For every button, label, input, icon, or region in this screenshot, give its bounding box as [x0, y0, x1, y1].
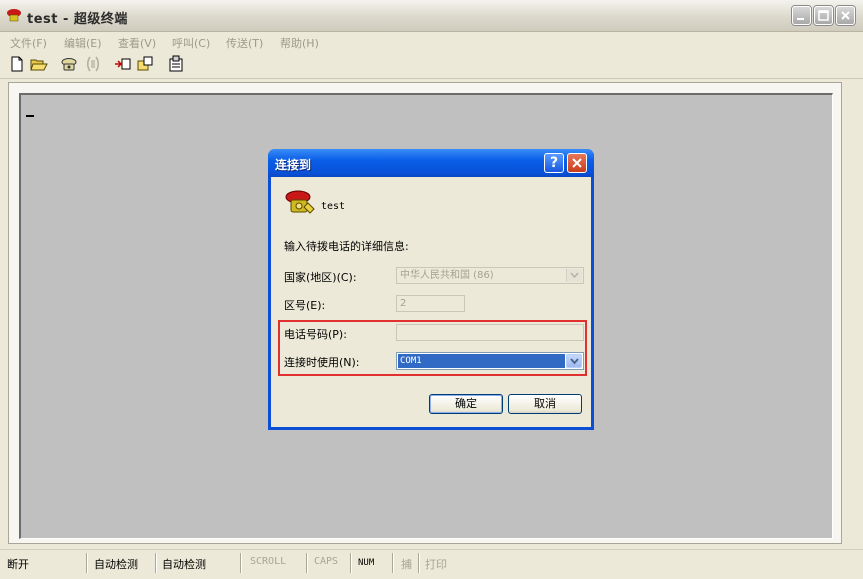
connect-using-label: 连接时使用(N): — [284, 356, 360, 369]
status-capture: 捕 — [401, 558, 412, 571]
status-separator — [418, 553, 419, 573]
window-edge — [850, 82, 863, 544]
menu-view[interactable]: 查看(V) — [118, 35, 156, 51]
dialog-close-button[interactable] — [567, 153, 587, 173]
close-button[interactable] — [836, 6, 855, 25]
close-icon — [841, 11, 850, 20]
status-num: NUM — [358, 558, 375, 568]
country-label: 国家(地区)(C): — [284, 271, 357, 284]
status-separator — [86, 553, 87, 573]
status-caps: CAPS — [314, 556, 339, 567]
properties-icon[interactable] — [168, 55, 186, 73]
connect-using-select[interactable]: COM1 — [396, 352, 584, 370]
hyperterminal-icon — [7, 9, 21, 22]
phone-number-field[interactable] — [396, 324, 584, 341]
area-code-field[interactable]: 2 — [396, 295, 465, 312]
status-separator — [155, 553, 156, 573]
menu-edit[interactable]: 编辑(E) — [64, 35, 102, 51]
menu-file[interactable]: 文件(F) — [10, 35, 47, 51]
status-separator — [392, 553, 393, 573]
status-separator — [350, 553, 351, 573]
status-detect-2: 自动检测 — [162, 558, 206, 571]
status-separator — [240, 553, 241, 573]
phone-icon — [285, 190, 315, 214]
help-icon: ? — [549, 155, 559, 171]
dialog-title-bar[interactable]: 连接到 ? — [268, 149, 594, 177]
menu-bar: 文件(F) 编辑(E) 查看(V) 呼叫(C) 传送(T) 帮助(H) — [0, 32, 863, 52]
country-value: 中华人民共和国 (86) — [400, 270, 494, 281]
maximize-icon — [818, 10, 829, 21]
dialog-title: 连接到 — [275, 158, 312, 172]
connect-using-value: COM1 — [398, 354, 565, 368]
toolbar — [0, 52, 863, 79]
status-print: 打印 — [425, 558, 447, 571]
new-icon[interactable] — [8, 55, 26, 73]
maximize-button[interactable] — [814, 6, 833, 25]
window-title: test - 超级终端 — [27, 12, 128, 27]
text-cursor — [26, 115, 34, 117]
ok-button[interactable]: 确定 — [429, 394, 503, 414]
area-code-value: 2 — [400, 298, 407, 309]
phone-number-label: 电话号码(P): — [284, 328, 347, 341]
window-title-bar[interactable]: test - 超级终端 — [0, 0, 863, 32]
help-button[interactable]: ? — [544, 153, 564, 173]
minimize-icon — [797, 18, 804, 20]
cancel-button[interactable]: 取消 — [508, 394, 582, 414]
connection-name: test — [321, 201, 346, 212]
close-icon — [572, 158, 582, 168]
chevron-down-icon — [570, 272, 579, 279]
disconnect-icon[interactable] — [84, 55, 102, 73]
send-icon[interactable] — [114, 55, 132, 73]
country-dropdown-arrow[interactable] — [566, 269, 582, 282]
receive-icon[interactable] — [136, 55, 154, 73]
menu-transfer[interactable]: 传送(T) — [226, 35, 263, 51]
dial-icon[interactable] — [60, 55, 78, 73]
status-bar: 断开 自动检测 自动检测 SCROLL CAPS NUM 捕 打印 — [0, 549, 863, 579]
minimize-button[interactable] — [792, 6, 811, 25]
connect-using-dropdown-arrow[interactable] — [566, 354, 582, 368]
menu-call[interactable]: 呼叫(C) — [172, 35, 210, 51]
status-detect-1: 自动检测 — [94, 558, 138, 571]
status-separator — [306, 553, 307, 573]
open-icon[interactable] — [30, 55, 48, 73]
country-select[interactable]: 中华人民共和国 (86) — [396, 267, 584, 284]
status-connection: 断开 — [7, 558, 29, 571]
instruction-text: 输入待拨电话的详细信息: — [284, 240, 409, 253]
area-code-label: 区号(E): — [284, 299, 326, 312]
menu-help[interactable]: 帮助(H) — [280, 35, 319, 51]
status-scroll: SCROLL — [250, 556, 287, 567]
connect-to-dialog: 连接到 ? test 输入待拨电话的详细信息: 国家(地区)(C): 中华人民共… — [268, 149, 594, 430]
chevron-down-icon — [570, 358, 579, 365]
